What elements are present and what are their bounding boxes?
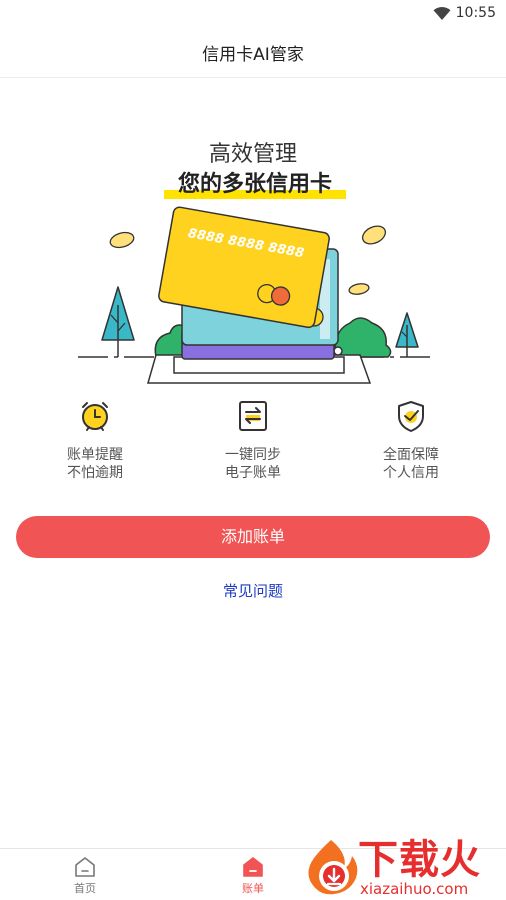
feature-title: 账单提醒 [67, 447, 123, 463]
credit-card-illustration: 8888 8888 8888 [78, 206, 430, 384]
tree-left-icon [101, 286, 135, 357]
faq-link[interactable]: 常见问题 [0, 580, 506, 601]
feature-bill-reminder: 账单提醒 不怕逾期 [35, 398, 155, 482]
tab-label: 账单 [242, 882, 264, 895]
sync-bill-icon [239, 401, 267, 431]
page-title: 信用卡AI管家 [202, 45, 304, 65]
hero-subtitle: 您的多张信用卡 [164, 168, 346, 202]
alarm-clock-icon [82, 402, 108, 431]
hero-title: 高效管理 [208, 142, 297, 167]
shield-check-icon [398, 401, 424, 432]
tab-label: 首页 [74, 882, 96, 895]
hero-subtitle-text: 您的多张信用卡 [177, 172, 332, 197]
tab-home[interactable]: 首页 [55, 855, 115, 896]
watermark-name: 下载火 [358, 837, 481, 883]
status-time: 10:55 [455, 5, 496, 21]
feature-desc: 电子账单 [225, 465, 281, 481]
feature-title: 全面保障 [383, 447, 439, 463]
feature-desc: 不怕逾期 [67, 465, 123, 481]
status-bar: 10:55 [0, 0, 506, 28]
features-row: 账单提醒 不怕逾期 一键同步 电子账单 全面保障 个人信用 [0, 398, 506, 498]
feature-title: 一键同步 [225, 447, 281, 463]
tab-bill[interactable]: 账单 [223, 855, 283, 896]
feature-credit-protection: 全面保障 个人信用 [351, 398, 471, 482]
bill-icon [243, 857, 263, 877]
home-icon [75, 857, 95, 877]
app-header: 信用卡AI管家 [0, 28, 506, 78]
wifi-icon [433, 7, 451, 20]
site-watermark: 下载火 xiazaihuo.com [300, 836, 506, 900]
add-bill-button[interactable]: 添加账单 [16, 516, 490, 558]
flame-logo-icon [308, 840, 358, 895]
feature-desc: 个人信用 [383, 465, 439, 481]
watermark-domain: xiazaihuo.com [360, 880, 469, 898]
tree-right-icon [395, 312, 419, 357]
feature-sync-bill: 一键同步 电子账单 [193, 398, 313, 482]
